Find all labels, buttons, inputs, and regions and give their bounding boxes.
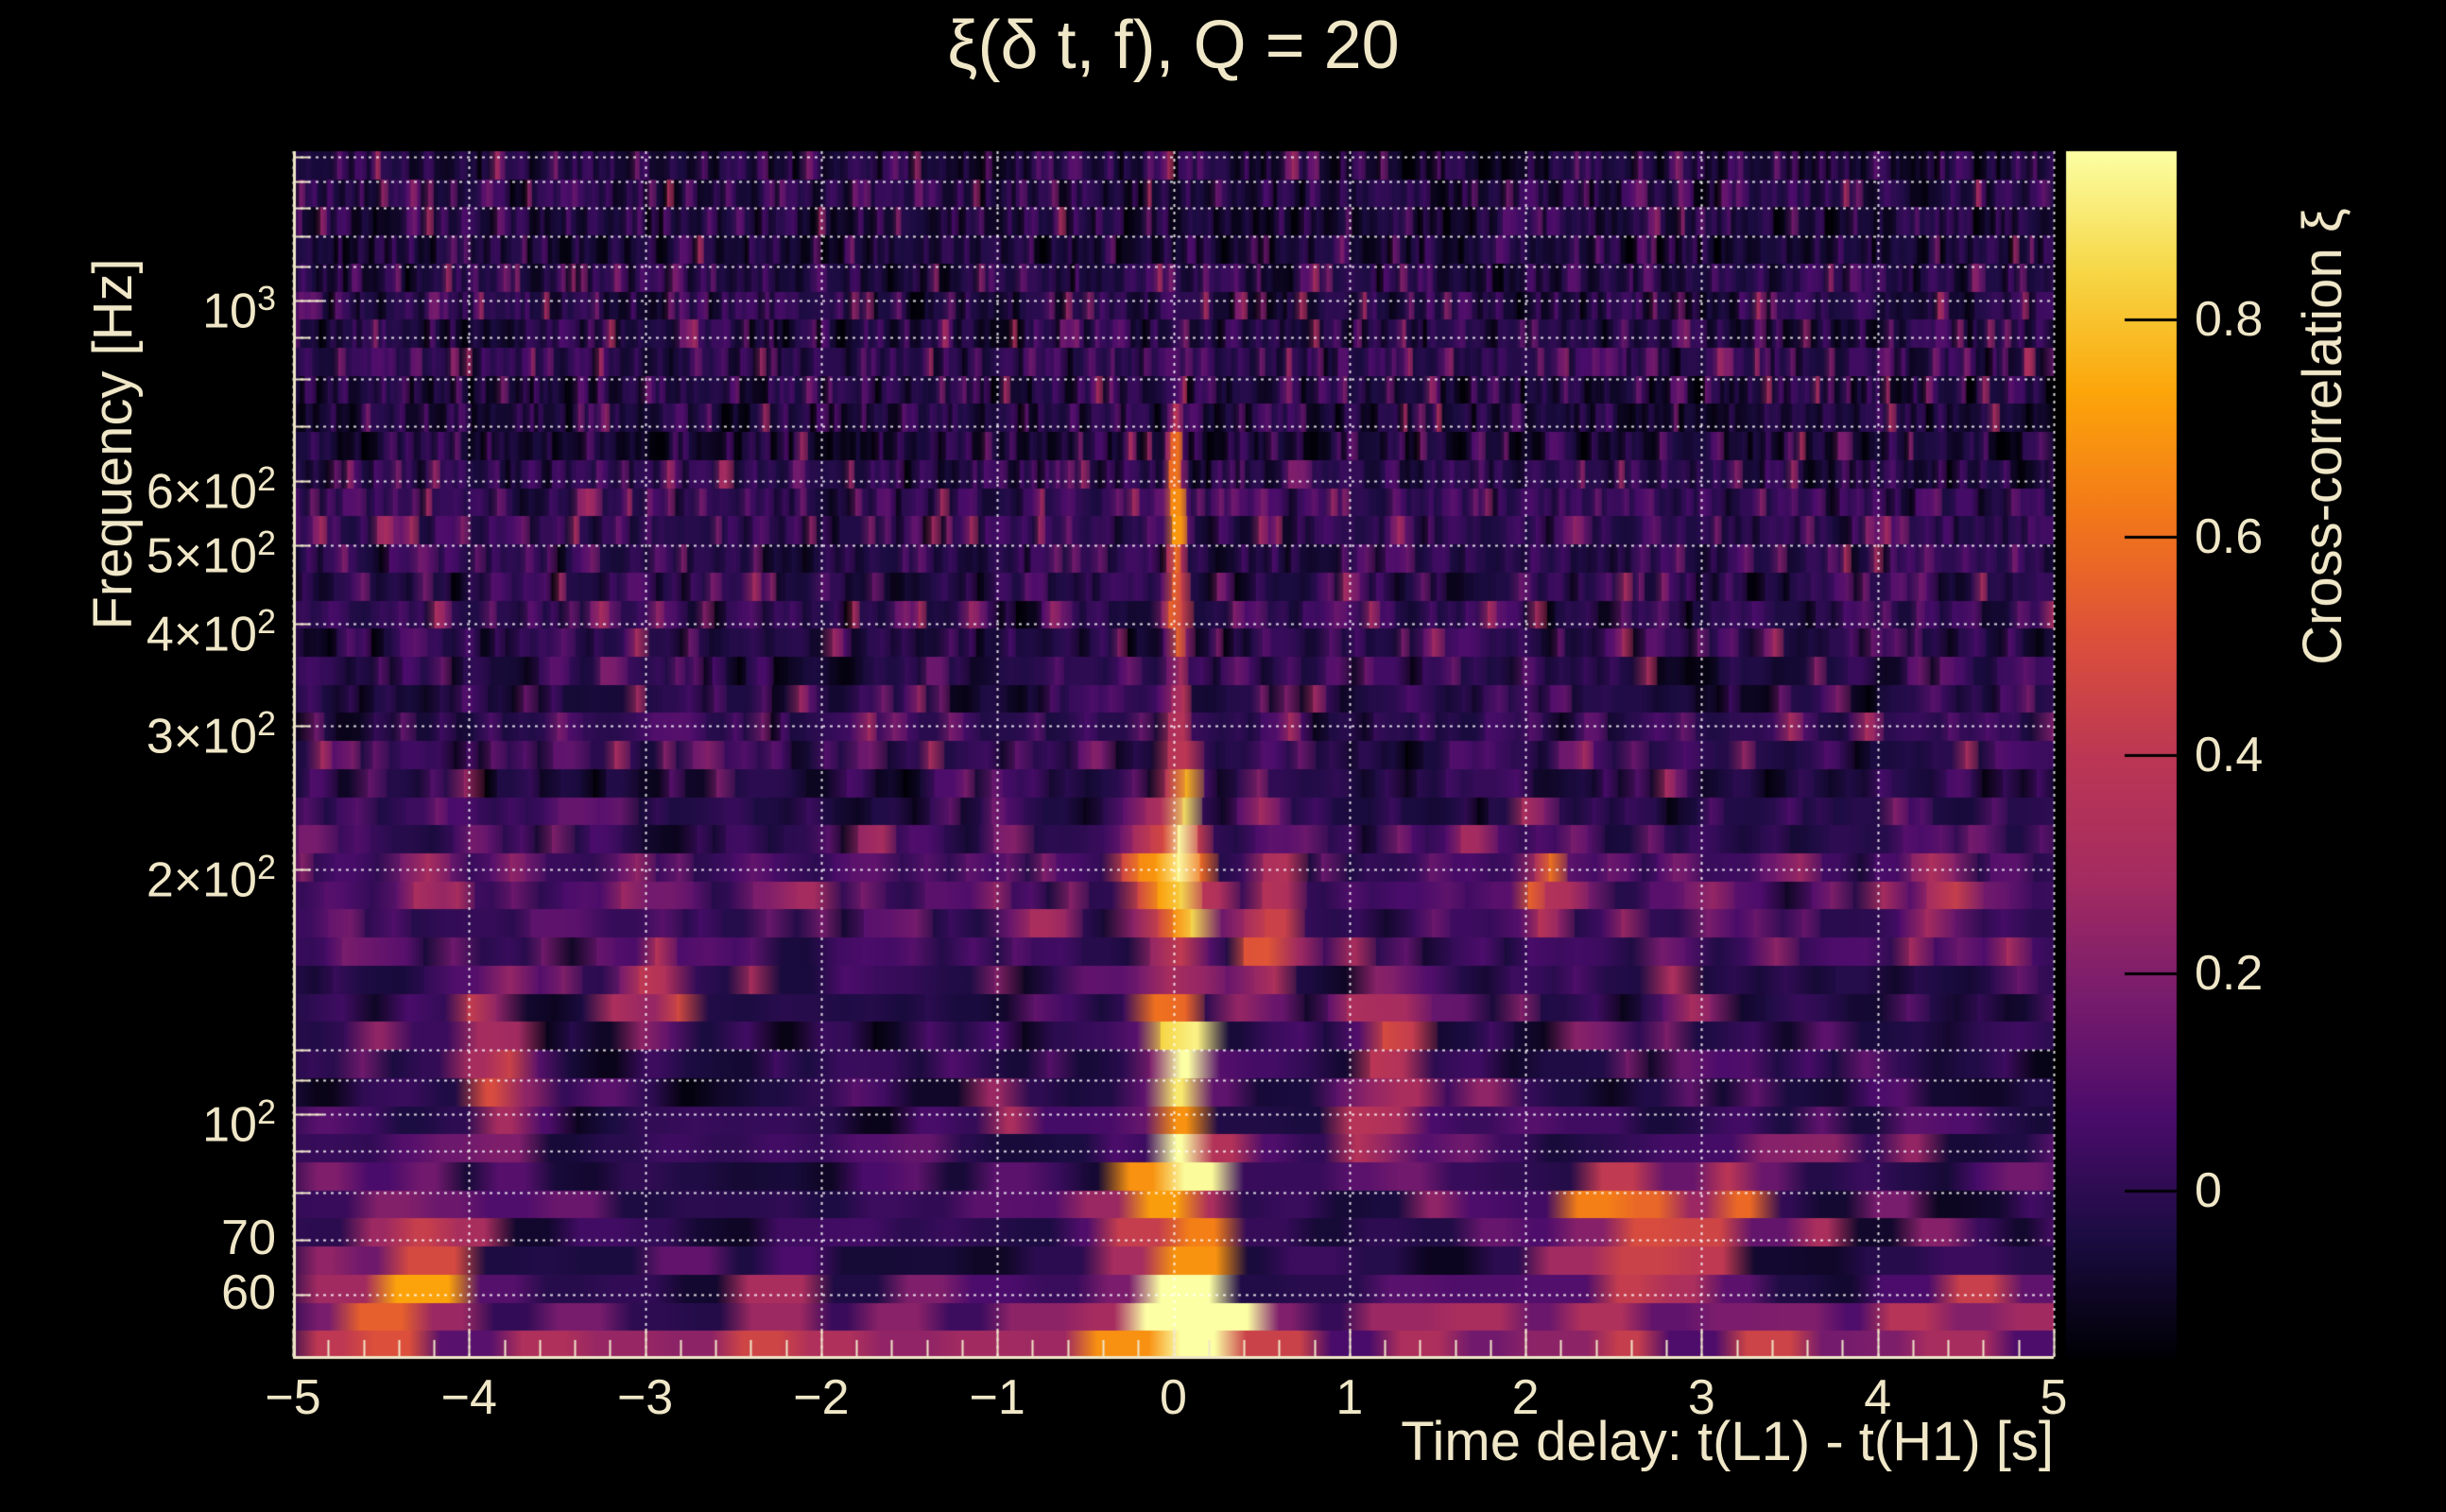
y-tick-label: 70 bbox=[221, 1211, 276, 1266]
y-tick-label: 2×102 bbox=[146, 847, 276, 907]
chart-title: ξ(δ t, f), Q = 20 bbox=[947, 8, 1400, 83]
x-tick-label: −5 bbox=[265, 1370, 321, 1425]
x-tick-label: 4 bbox=[1864, 1370, 1892, 1425]
colorbar-tick-label: 0 bbox=[2195, 1163, 2222, 1219]
y-tick-label: 3×102 bbox=[146, 704, 276, 765]
y-tick-label: 102 bbox=[202, 1091, 276, 1153]
x-tick-label: 5 bbox=[2040, 1370, 2068, 1425]
x-tick-label: 2 bbox=[1511, 1370, 1540, 1425]
y-tick-label: 4×102 bbox=[146, 602, 276, 662]
cross-correlation-figure: ξ(δ t, f), Q = 20 Time delay: t(L1) - t(… bbox=[0, 0, 2446, 1512]
spectrogram-canvas bbox=[0, 0, 2446, 1512]
y-tick-label: 60 bbox=[221, 1264, 276, 1320]
y-tick-label: 103 bbox=[202, 278, 276, 339]
x-tick-label: −2 bbox=[793, 1370, 850, 1425]
colorbar-tick-label: 0.8 bbox=[2195, 291, 2264, 347]
y-tick-label: 5×102 bbox=[146, 523, 276, 584]
colorbar-tick-label: 0.6 bbox=[2195, 509, 2264, 565]
x-tick-label: −1 bbox=[969, 1370, 1025, 1425]
x-tick-label: −4 bbox=[440, 1370, 497, 1425]
y-tick-label: 6×102 bbox=[146, 458, 276, 520]
x-tick-label: −3 bbox=[616, 1370, 674, 1425]
x-tick-label: 1 bbox=[1335, 1370, 1364, 1425]
x-tick-label: 3 bbox=[1687, 1370, 1715, 1425]
colorbar-tick-label: 0.2 bbox=[2195, 945, 2264, 1001]
x-tick-label: 0 bbox=[1160, 1370, 1187, 1425]
colorbar-tick-label: 0.4 bbox=[2195, 728, 2264, 782]
colorbar-title: Cross-correlation ξ bbox=[2292, 208, 2353, 665]
